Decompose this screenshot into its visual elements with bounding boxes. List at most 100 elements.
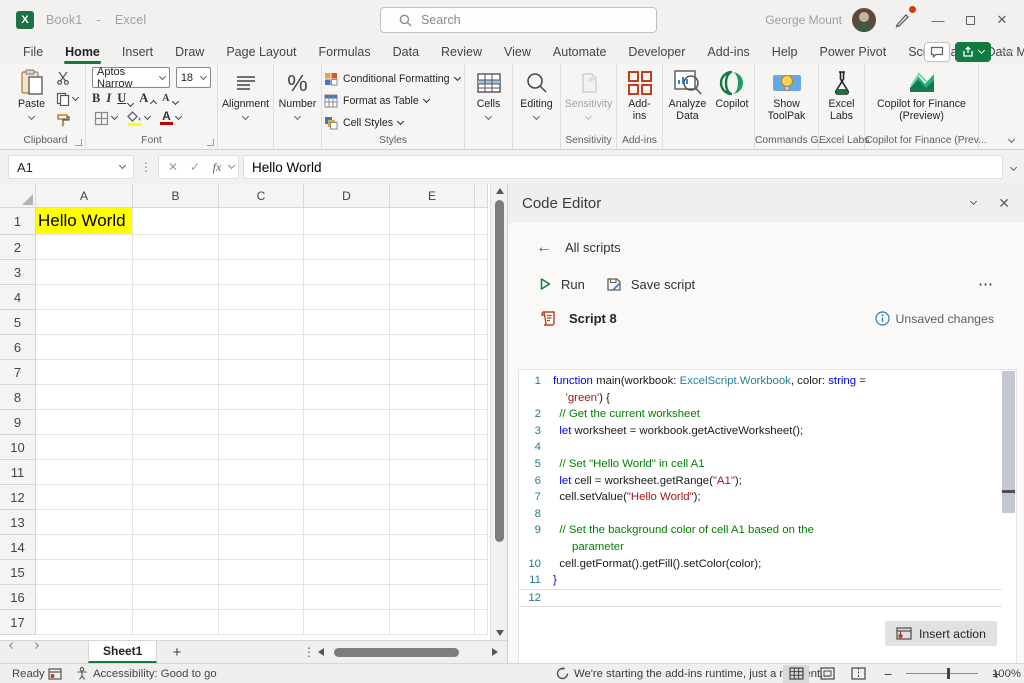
cell-A6[interactable] xyxy=(36,335,133,360)
cell-partial10[interactable] xyxy=(475,435,488,460)
tab-automate[interactable]: Automate xyxy=(542,40,618,64)
sheetbar-splitter[interactable]: ⋮ xyxy=(303,645,315,659)
cell-B15[interactable] xyxy=(133,560,219,585)
cell-C17[interactable] xyxy=(219,610,304,635)
row-header-15[interactable]: 15 xyxy=(0,560,36,585)
dropdown-chevron-icon[interactable] xyxy=(200,72,207,79)
cell-partial11[interactable] xyxy=(475,460,488,485)
share-button[interactable] xyxy=(955,42,991,62)
macro-record-icon[interactable] xyxy=(48,664,62,683)
cell-E8[interactable] xyxy=(390,385,475,410)
minimize-button[interactable]: — xyxy=(924,8,952,32)
ribbon-options-icon[interactable] xyxy=(996,42,1018,62)
cell-A17[interactable] xyxy=(36,610,133,635)
horizontal-scroll-track[interactable] xyxy=(330,644,486,660)
cell-partial14[interactable] xyxy=(475,535,488,560)
cell-C1[interactable] xyxy=(219,208,304,235)
cell-B14[interactable] xyxy=(133,535,219,560)
cell-B7[interactable] xyxy=(133,360,219,385)
tab-data[interactable]: Data xyxy=(382,40,430,64)
row-header-4[interactable]: 4 xyxy=(0,285,36,310)
font-color-button[interactable]: A xyxy=(158,109,183,127)
tab-home[interactable]: Home xyxy=(54,40,111,64)
paste-button[interactable]: Paste xyxy=(12,67,52,121)
cancel-entry-icon[interactable]: ✕ xyxy=(163,160,183,174)
horizontal-scroll-thumb[interactable] xyxy=(334,648,459,657)
ribbon-button-alignment[interactable]: Alignment xyxy=(220,67,271,121)
code-line-1[interactable]: 1function main(workbook: ExcelScript.Wor… xyxy=(519,373,1016,390)
formula-bar-splitter[interactable]: ⋮ xyxy=(140,160,152,174)
ribbon-button-format-as-table[interactable]: Format as Table xyxy=(324,91,462,110)
cell-partial17[interactable] xyxy=(475,610,488,635)
cell-C5[interactable] xyxy=(219,310,304,335)
cell-A10[interactable] xyxy=(36,435,133,460)
font-size-select[interactable]: 18 xyxy=(176,67,211,88)
cell-A3[interactable] xyxy=(36,260,133,285)
restore-button[interactable] xyxy=(956,8,984,32)
dropdown-chevron-icon[interactable] xyxy=(127,100,134,107)
paste-chevron-icon[interactable] xyxy=(28,112,35,119)
code-editor[interactable]: 1function main(workbook: ExcelScript.Wor… xyxy=(518,369,1017,663)
cell-C12[interactable] xyxy=(219,485,304,510)
row-header-14[interactable]: 14 xyxy=(0,535,36,560)
save-script-button[interactable]: Save script xyxy=(631,277,695,292)
row-header-3[interactable]: 3 xyxy=(0,260,36,285)
cell-A13[interactable] xyxy=(36,510,133,535)
cell-B5[interactable] xyxy=(133,310,219,335)
cell-A2[interactable] xyxy=(36,235,133,260)
cell-partial16[interactable] xyxy=(475,585,488,610)
cell-E16[interactable] xyxy=(390,585,475,610)
dropdown-chevron-icon[interactable] xyxy=(423,95,430,102)
tab-page-layout[interactable]: Page Layout xyxy=(215,40,307,64)
cell-D15[interactable] xyxy=(304,560,390,585)
search-input[interactable]: Search xyxy=(380,7,657,33)
code-line-9[interactable]: 9 // Set the background color of cell A1… xyxy=(519,522,1016,539)
cell-A4[interactable] xyxy=(36,285,133,310)
tab-add-ins[interactable]: Add-ins xyxy=(696,40,760,64)
column-header-partial[interactable] xyxy=(475,184,488,208)
cell-C9[interactable] xyxy=(219,410,304,435)
insert-action-button[interactable]: Insert action xyxy=(885,621,997,646)
cell-D2[interactable] xyxy=(304,235,390,260)
dropdown-chevron-icon[interactable] xyxy=(397,117,404,124)
cell-partial12[interactable] xyxy=(475,485,488,510)
name-box[interactable]: A1 xyxy=(8,155,134,179)
row-header-17[interactable]: 17 xyxy=(0,610,36,635)
cell-partial5[interactable] xyxy=(475,310,488,335)
fill-color-button[interactable] xyxy=(125,109,152,127)
prev-sheet-icon[interactable] xyxy=(9,642,16,649)
font-name-select[interactable]: Aptos Narrow xyxy=(92,67,170,88)
cell-E15[interactable] xyxy=(390,560,475,585)
column-header-A[interactable]: A xyxy=(36,184,133,208)
code-line-wrap[interactable]: 'green') { xyxy=(519,390,1016,407)
ribbon-button-sensitivity[interactable]: Sensitivity xyxy=(563,67,614,121)
dropdown-chevron-icon[interactable] xyxy=(159,73,166,80)
cell-E1[interactable] xyxy=(390,208,475,235)
code-line-8[interactable]: 8 xyxy=(519,506,1016,523)
cell-E11[interactable] xyxy=(390,460,475,485)
cell-E5[interactable] xyxy=(390,310,475,335)
cell-B4[interactable] xyxy=(133,285,219,310)
cell-A7[interactable] xyxy=(36,360,133,385)
code-line-wrap[interactable]: parameter xyxy=(519,539,1016,556)
ribbon-button-show-toolpak[interactable]: Show ToolPak xyxy=(757,67,816,124)
row-header-7[interactable]: 7 xyxy=(0,360,36,385)
row-header-1[interactable]: 1 xyxy=(0,208,36,235)
dropdown-chevron-icon[interactable] xyxy=(585,112,592,119)
cell-partial13[interactable] xyxy=(475,510,488,535)
cell-C3[interactable] xyxy=(219,260,304,285)
formula-input[interactable]: Hello World xyxy=(243,155,1003,179)
row-header-5[interactable]: 5 xyxy=(0,310,36,335)
cell-D5[interactable] xyxy=(304,310,390,335)
new-sheet-button[interactable]: + xyxy=(168,643,186,661)
cell-partial7[interactable] xyxy=(475,360,488,385)
code-line-10[interactable]: 10 cell.getFormat().getFill().setColor(c… xyxy=(519,556,1016,573)
cell-D13[interactable] xyxy=(304,510,390,535)
cell-B16[interactable] xyxy=(133,585,219,610)
cell-E14[interactable] xyxy=(390,535,475,560)
cell-E7[interactable] xyxy=(390,360,475,385)
vertical-scrollbar[interactable] xyxy=(490,184,507,640)
code-line-3[interactable]: 3 let worksheet = workbook.getActiveWork… xyxy=(519,423,1016,440)
cell-B13[interactable] xyxy=(133,510,219,535)
zoom-out-button[interactable]: − xyxy=(884,666,892,682)
